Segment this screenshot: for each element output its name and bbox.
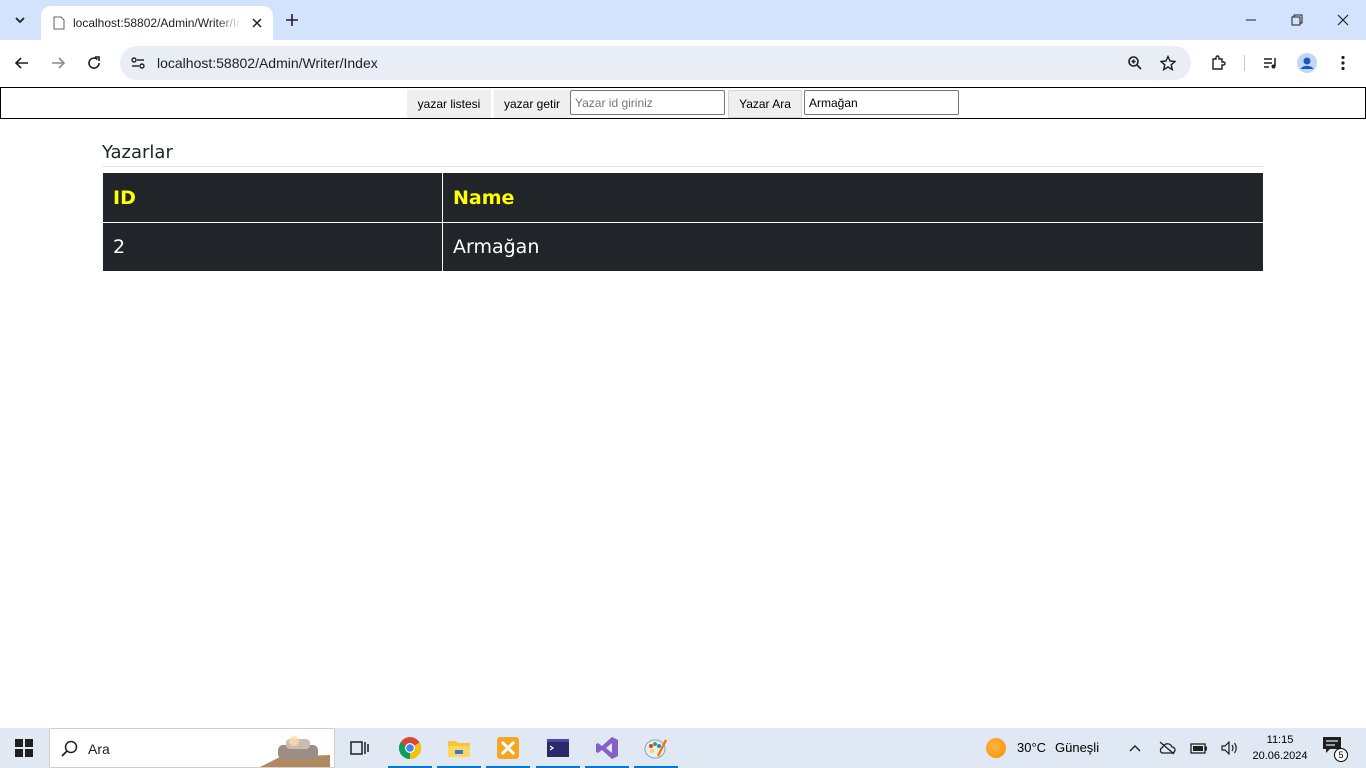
forward-button[interactable]	[44, 49, 72, 77]
tab-title: localhost:58802/Admin/Writer/Index	[73, 16, 241, 30]
puzzle-icon	[1212, 55, 1226, 70]
table-row: 2 Armağan	[102, 222, 1264, 272]
speaker-icon	[1221, 741, 1237, 755]
paint-icon	[644, 739, 668, 759]
writer-name-input[interactable]	[804, 90, 959, 115]
profile-button[interactable]	[1293, 49, 1321, 77]
windows-logo-icon	[15, 739, 33, 757]
taskbar-file-explorer[interactable]	[435, 728, 483, 768]
task-view-icon	[350, 741, 369, 755]
chrome-icon	[399, 737, 421, 759]
reload-button[interactable]	[80, 49, 108, 77]
avatar-icon	[1297, 53, 1317, 73]
toolbar-separator	[1244, 55, 1245, 71]
media-control-button[interactable]	[1257, 49, 1285, 77]
taskbar-chrome[interactable]	[386, 728, 434, 768]
search-writer-button[interactable]: Yazar Ara	[728, 90, 802, 118]
taskbar-xampp[interactable]	[484, 728, 532, 768]
browser-toolbar: localhost:58802/Admin/Writer/Index	[0, 40, 1366, 86]
page-viewport: yazar listesi yazar getir Yazar Ara Yaza…	[0, 86, 1366, 728]
media-queue-icon	[1264, 58, 1276, 69]
xampp-icon	[497, 737, 519, 759]
terminal-icon	[547, 739, 569, 757]
plus-icon	[286, 14, 298, 26]
search-highlight-image	[260, 736, 330, 767]
taskbar-terminal[interactable]	[534, 728, 582, 768]
writers-table: ID Name 2 Armağan	[102, 172, 1264, 272]
task-view-button[interactable]	[336, 728, 384, 768]
zoom-icon[interactable]	[1123, 51, 1147, 75]
search-icon	[61, 740, 78, 757]
onedrive-tray-icon[interactable]	[1157, 738, 1177, 758]
taskbar-paint[interactable]	[632, 728, 680, 768]
chevron-down-icon	[15, 17, 25, 24]
taskbar-search-box[interactable]: Ara	[49, 728, 335, 768]
id-column-header: ID	[102, 172, 443, 223]
clock-time: 11:15	[1266, 734, 1294, 746]
weather-sun-icon[interactable]	[986, 738, 1006, 758]
writer-form-bar: yazar listesi yazar getir Yazar Ara	[0, 87, 1366, 119]
tab-search-button[interactable]	[6, 7, 34, 33]
file-explorer-icon	[448, 741, 470, 757]
page-title: Yazarlar	[102, 142, 173, 163]
back-button[interactable]	[8, 49, 36, 77]
notification-count-badge: 5	[1334, 748, 1348, 762]
taskbar-visual-studio[interactable]	[583, 728, 631, 768]
minimize-icon	[1246, 19, 1256, 21]
restore-icon	[1291, 14, 1303, 26]
weather-temperature[interactable]: 30°C	[1017, 740, 1046, 755]
kebab-menu-icon	[1341, 55, 1345, 71]
get-writer-button[interactable]: yazar getir	[494, 90, 570, 118]
volume-tray-icon[interactable]	[1220, 738, 1240, 758]
writer-name-cell: Armağan	[442, 222, 1264, 272]
url-text: localhost:58802/Admin/Writer/Index	[157, 55, 378, 71]
writer-id-cell: 2	[102, 222, 443, 272]
active-tab[interactable]: localhost:58802/Admin/Writer/Index	[41, 6, 273, 40]
extensions-button[interactable]	[1204, 49, 1232, 77]
chevron-up-icon	[1129, 745, 1141, 752]
table-header-row: ID Name	[102, 172, 1264, 223]
show-hidden-icons-button[interactable]	[1125, 738, 1145, 758]
battery-tray-icon[interactable]	[1189, 738, 1209, 758]
visual-studio-icon	[596, 737, 618, 759]
browser-tab-strip: localhost:58802/Admin/Writer/Index	[0, 0, 1366, 40]
close-tab-icon[interactable]	[249, 15, 265, 31]
writer-id-input[interactable]	[570, 90, 725, 115]
writer-list-button[interactable]: yazar listesi	[407, 90, 491, 118]
windows-taskbar: Ara 30°C Güneşli 11:15 20.06.2024 5	[0, 728, 1366, 768]
page-icon	[51, 15, 67, 31]
close-window-button[interactable]	[1329, 8, 1357, 32]
restore-button[interactable]	[1283, 8, 1311, 32]
title-divider	[102, 166, 1264, 167]
minimize-button[interactable]	[1237, 8, 1265, 32]
new-tab-button[interactable]	[280, 8, 304, 32]
cloud-off-icon	[1159, 741, 1176, 755]
browser-menu-button[interactable]	[1329, 49, 1357, 77]
start-button[interactable]	[0, 728, 48, 768]
reload-icon	[88, 56, 100, 69]
weather-description[interactable]: Güneşli	[1055, 740, 1099, 755]
address-bar[interactable]: localhost:58802/Admin/Writer/Index	[120, 46, 1191, 80]
name-column-header: Name	[442, 172, 1264, 223]
notification-center-button[interactable]: 5	[1322, 736, 1348, 762]
battery-icon	[1190, 743, 1207, 754]
site-info-icon[interactable]	[126, 51, 150, 75]
system-clock[interactable]: 11:15 20.06.2024	[1248, 732, 1312, 764]
arrow-left-icon	[14, 57, 28, 69]
bookmark-star-icon[interactable]	[1156, 51, 1180, 75]
arrow-right-icon	[52, 57, 66, 69]
clock-date: 20.06.2024	[1252, 750, 1308, 762]
close-icon	[1337, 14, 1349, 26]
search-placeholder: Ara	[88, 741, 110, 757]
